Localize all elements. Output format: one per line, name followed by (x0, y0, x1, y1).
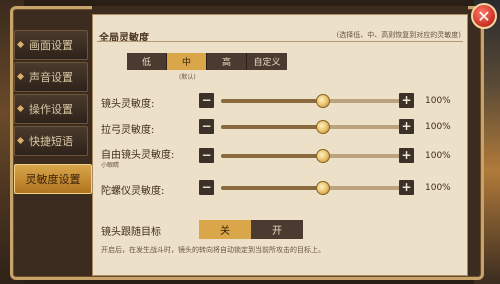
follow-target-toggle: 关 开 (199, 220, 303, 239)
minus-icon[interactable]: − (199, 119, 214, 134)
gyro-sensitivity-slider[interactable] (221, 181, 407, 195)
follow-footnote: 开启后，在发生战斗时，镜头的转向将自动锁定到当前所攻击的目标上。 (101, 246, 325, 254)
sidebar-item-sensitivity[interactable]: 灵敏度设置 (14, 164, 92, 194)
follow-off-button[interactable]: 关 (199, 220, 251, 239)
sensitivity-mode-selector: 低 中 高 自定义 (127, 53, 287, 70)
slider-value: 100% (425, 183, 451, 193)
mode-medium-button[interactable]: 中 (167, 53, 207, 70)
slider-fill (221, 154, 324, 158)
slider-handle[interactable] (316, 120, 331, 134)
slider-handle[interactable] (316, 149, 331, 163)
plus-icon[interactable]: + (399, 148, 414, 163)
follow-on-button[interactable]: 开 (251, 220, 303, 239)
sidebar-item-label: 画面设置 (29, 39, 73, 52)
slider-value: 100% (425, 122, 451, 132)
gem-icon (16, 40, 25, 49)
section-hint: (选择低、中、高则恢复到对应的灵敏度) (336, 31, 461, 39)
slider-sublabel: 小眼睛 (101, 162, 120, 169)
bow-sensitivity-slider[interactable] (221, 120, 407, 134)
slider-label: 陀螺仪灵敏度: (101, 186, 165, 197)
plus-icon[interactable]: + (399, 180, 414, 195)
sidebar-item-quick-phrases[interactable]: 快捷短语 (14, 126, 88, 156)
sidebar-item-label: 灵敏度设置 (25, 173, 81, 186)
sidebar-item-display[interactable]: 画面设置 (14, 30, 88, 60)
minus-icon[interactable]: − (199, 180, 214, 195)
mode-high-button[interactable]: 高 (207, 53, 247, 70)
close-icon[interactable]: ✕ (471, 3, 497, 29)
slider-fill (221, 99, 324, 103)
slider-label: 镜头灵敏度: (101, 99, 155, 110)
camera-sensitivity-slider[interactable] (221, 94, 407, 108)
sidebar-item-label: 快捷短语 (29, 135, 73, 148)
gem-icon (16, 136, 25, 145)
sidebar-item-label: 操作设置 (29, 103, 73, 116)
free-camera-sensitivity-slider[interactable] (221, 149, 407, 163)
slider-handle[interactable] (316, 181, 331, 195)
default-note: (默认) (179, 74, 196, 81)
slider-value: 100% (425, 151, 451, 161)
follow-target-label: 镜头跟随目标 (101, 227, 161, 238)
mode-custom-button[interactable]: 自定义 (247, 53, 287, 70)
minus-icon[interactable]: − (199, 148, 214, 163)
gem-icon (16, 72, 25, 81)
slider-fill (221, 125, 324, 129)
slider-handle[interactable] (316, 94, 331, 108)
slider-value: 100% (425, 96, 451, 106)
sensitivity-panel: 全局灵敏度 (选择低、中、高则恢复到对应的灵敏度) 低 中 高 自定义 (默认)… (92, 14, 468, 276)
gem-icon (16, 104, 25, 113)
sidebar-item-controls[interactable]: 操作设置 (14, 94, 88, 124)
slider-label: 拉弓灵敏度: (101, 125, 155, 136)
sidebar-item-label: 声音设置 (29, 71, 73, 84)
slider-fill (221, 186, 324, 190)
plus-icon[interactable]: + (399, 93, 414, 108)
divider (97, 41, 463, 42)
slider-label: 自由镜头灵敏度: (101, 150, 175, 161)
mode-low-button[interactable]: 低 (127, 53, 167, 70)
minus-icon[interactable]: − (199, 93, 214, 108)
sidebar-item-sound[interactable]: 声音设置 (14, 62, 88, 92)
settings-sidebar: 画面设置 声音设置 操作设置 快捷短语 灵敏度设置 (14, 22, 92, 272)
plus-icon[interactable]: + (399, 119, 414, 134)
